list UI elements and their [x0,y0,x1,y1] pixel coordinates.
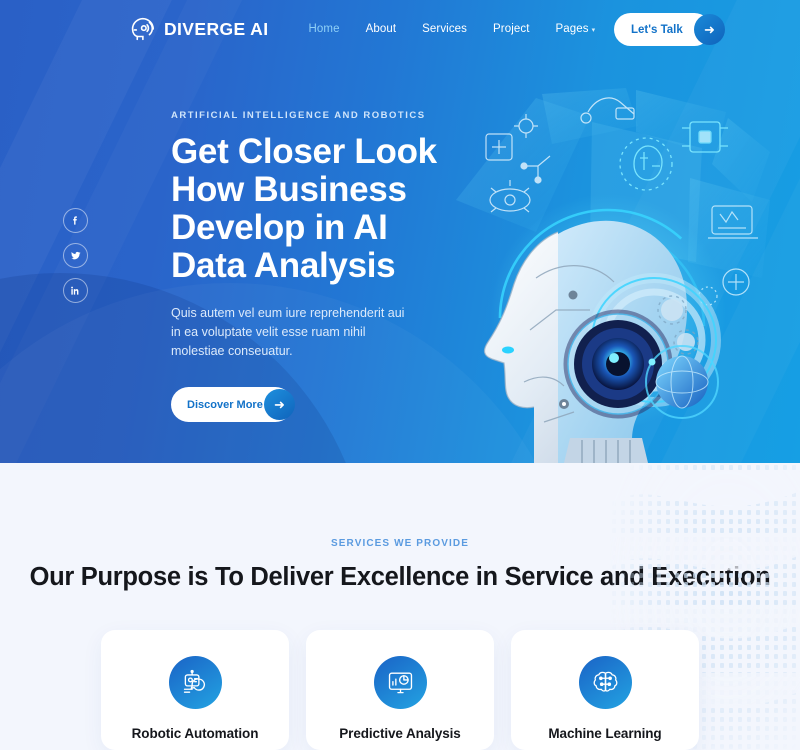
nav-link-services[interactable]: Services [422,23,467,35]
robot-head-ai-illustration [456,88,770,463]
service-card-title: Machine Learning [548,726,662,741]
chatbot-robot-icon [168,656,222,709]
nav-link-pages[interactable]: Pages ▾ [556,23,596,35]
hero-eyebrow: ARTIFICIAL INTELLIGENCE AND ROBOTICS [171,110,426,121]
discover-more-button[interactable]: Discover More ➜ [171,387,295,422]
social-link-facebook[interactable] [63,208,88,233]
social-links [63,208,88,313]
discover-more-label: Discover More [187,398,263,411]
landing-page: DIVERGE AI Home About Services Project P… [0,0,800,750]
services-title: Our Purpose is To Deliver Excellence in … [29,563,771,591]
service-card-machine-learning[interactable]: Machine Learning [511,630,699,750]
hero-title: Get Closer Look How Business Develop in … [171,132,437,285]
arrow-right-icon: ➜ [694,14,725,45]
services-eyebrow: SERVICES WE PROVIDE [331,538,469,549]
service-card-predictive-analysis[interactable]: Predictive Analysis [306,630,494,750]
service-card-robotic-automation[interactable]: Robotic Automation [101,630,289,750]
monitor-chart-icon [373,656,427,709]
brand-name: DIVERGE AI [164,18,269,39]
facebook-icon [73,216,77,225]
hero-copy: ARTIFICIAL INTELLIGENCE AND ROBOTICS Get… [171,110,471,422]
nav-link-home[interactable]: Home [308,23,339,35]
nav-link-pages-label: Pages [555,23,589,35]
hero-subtitle: Quis autem vel eum iure reprehenderit au… [171,306,405,358]
services-section: SERVICES WE PROVIDE Our Purpose is To De… [0,463,800,750]
main-navigation: DIVERGE AI Home About Services Project P… [0,0,800,58]
social-link-twitter[interactable] [63,243,88,268]
service-card-title: Robotic Automation [131,726,259,741]
twitter-icon [71,251,81,260]
chevron-down-icon: ▾ [591,27,596,34]
lets-talk-label: Let's Talk [631,23,683,36]
arrow-right-icon: ➜ [264,389,295,420]
service-card-title: Predictive Analysis [339,726,461,741]
lets-talk-button[interactable]: Let's Talk ➜ [614,13,725,46]
service-cards: Robotic Automation Predictive Analysis M… [0,630,800,750]
brand-logo[interactable]: DIVERGE AI [126,14,268,44]
nav-link-project[interactable]: Project [493,23,530,35]
linkedin-icon [71,286,79,295]
social-link-linkedin[interactable] [63,278,88,303]
ai-head-waves-icon [131,17,154,41]
brain-circuit-icon [578,656,632,709]
hero-section: DIVERGE AI Home About Services Project P… [0,0,800,463]
nav-link-about[interactable]: About [366,23,397,35]
